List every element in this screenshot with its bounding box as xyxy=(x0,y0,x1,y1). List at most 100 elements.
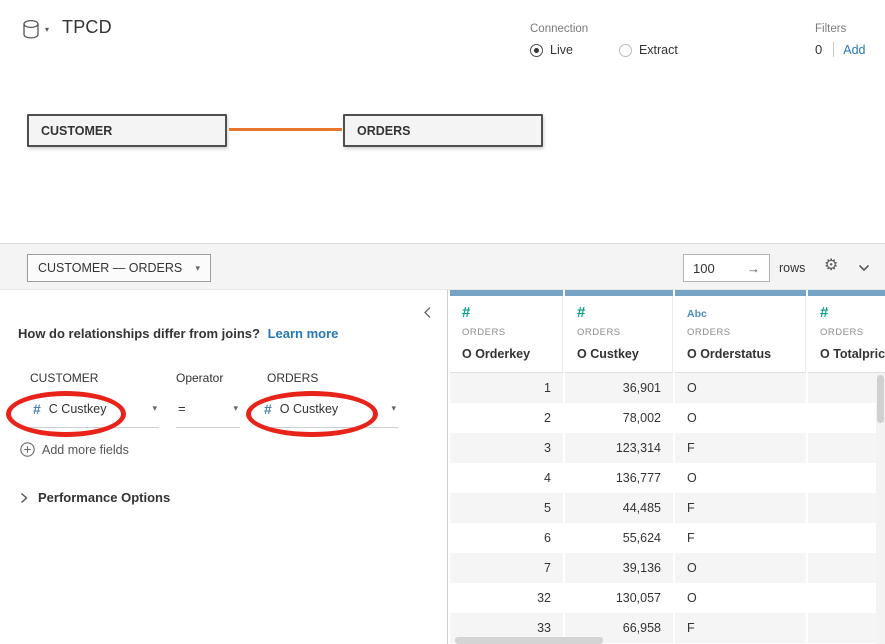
column-field-name: O Orderkey xyxy=(462,347,562,361)
top-header: ▾ TPCD Connection Live Extract Filters 0 xyxy=(0,0,885,60)
table-node-orders[interactable]: ORDERS xyxy=(343,114,543,147)
left-field-dropdown[interactable]: # C Custkey ▾ xyxy=(27,390,159,428)
grid-cell: 252,0 xyxy=(808,553,885,583)
grid-cell: 6 xyxy=(450,523,563,553)
gear-icon[interactable]: ⚙ xyxy=(824,258,838,274)
grid-cell: F xyxy=(675,493,806,523)
connection-label: Connection xyxy=(530,23,678,35)
filters-count: 0 xyxy=(815,42,822,57)
column-table-name: ORDERS xyxy=(462,327,562,338)
right-table-column-label: ORDERS xyxy=(267,371,318,385)
column-field-name: O Custkey xyxy=(577,347,672,361)
grid-cell: 36,901 xyxy=(565,373,673,403)
grid-cell: 44,485 xyxy=(565,493,673,523)
radio-unselected-icon xyxy=(619,44,632,57)
relationship-editor-pane: How do relationships differ from joins? … xyxy=(0,290,448,644)
column-header[interactable]: # ORDERS O Orderkey xyxy=(450,296,563,373)
vertical-scrollbar[interactable] xyxy=(876,373,885,644)
preview-toolbar: CUSTOMER — ORDERS ▾ 100 → rows ⚙ xyxy=(0,243,885,290)
grid-cell: F xyxy=(675,613,806,643)
grid-cell: 1 xyxy=(450,373,563,403)
relationship-noodle[interactable] xyxy=(229,128,342,131)
column-header[interactable]: # ORDERS O Totalprice xyxy=(808,296,885,373)
grid-cell: 5 xyxy=(450,493,563,523)
radio-extract[interactable]: Extract xyxy=(619,43,678,57)
chevron-down-icon: ▾ xyxy=(391,403,398,414)
learn-more-link[interactable]: Learn more xyxy=(268,326,339,341)
grid-cell: 130,057 xyxy=(565,583,673,613)
grid-cell: F xyxy=(675,523,806,553)
relationship-selector-dropdown[interactable]: CUSTOMER — ORDERS ▾ xyxy=(27,254,211,282)
filters-add-button[interactable]: Add xyxy=(843,43,865,57)
datasource-menu-button[interactable]: ▾ xyxy=(22,19,49,40)
collapse-preview-chevron-icon[interactable] xyxy=(858,264,870,272)
horizontal-scrollbar-thumb[interactable] xyxy=(455,637,603,644)
apply-rows-arrow-icon[interactable]: → xyxy=(747,261,760,276)
grid-cell: O xyxy=(675,553,806,583)
grid-cell: 2 xyxy=(450,403,563,433)
page-title: TPCD xyxy=(62,17,112,38)
data-preview-grid: #ORDERSO Orderkey12345673233#ORDERSO Cus… xyxy=(450,290,885,644)
grid-cell: 32, xyxy=(808,463,885,493)
connection-section: Connection Live Extract xyxy=(530,23,678,57)
operator-dropdown[interactable]: = ▾ xyxy=(176,390,240,428)
radio-live[interactable]: Live xyxy=(530,43,573,57)
grid-columns: #ORDERSO Orderkey12345673233#ORDERSO Cus… xyxy=(450,290,885,643)
chevron-down-icon: ▾ xyxy=(195,263,200,274)
grid-cell: 3 xyxy=(450,433,563,463)
column-table-name: ORDERS xyxy=(687,327,805,338)
chevron-down-icon: ▾ xyxy=(45,25,49,34)
operator-column-label: Operator xyxy=(176,371,223,385)
row-count-input[interactable]: 100 → xyxy=(683,254,770,282)
right-field-dropdown[interactable]: # O Custkey ▾ xyxy=(258,390,398,428)
table-node-customer[interactable]: CUSTOMER xyxy=(27,114,227,147)
grid-cell: O xyxy=(675,463,806,493)
divider xyxy=(833,42,834,57)
column-table-name: ORDERS xyxy=(820,327,885,338)
grid-cell: O xyxy=(675,583,806,613)
grid-cell: O xyxy=(675,403,806,433)
grid-column: AbcORDERSO OrderstatusOOFOFFOOF xyxy=(675,290,806,643)
grid-column: # ORDERS O Totalprice 173,646,9193,832,144,… xyxy=(808,290,885,643)
rows-label: rows xyxy=(779,261,805,275)
logical-canvas: CUSTOMER ORDERS xyxy=(0,60,885,243)
chevron-down-icon: ▾ xyxy=(152,403,159,414)
plus-circle-icon xyxy=(20,442,35,457)
grid-cell: 136,777 xyxy=(565,463,673,493)
left-table-column-label: CUSTOMER xyxy=(30,371,98,385)
grid-cell: 46,9 xyxy=(808,403,885,433)
grid-cell: F xyxy=(675,433,806,463)
grid-cell: 193,8 xyxy=(808,433,885,463)
grid-cell: O xyxy=(675,373,806,403)
performance-options-expander[interactable]: Performance Options xyxy=(20,490,170,505)
number-field-icon: # xyxy=(820,304,885,324)
grid-cell: 39,136 xyxy=(565,553,673,583)
grid-cell: 208,6 xyxy=(808,583,885,613)
number-field-icon: # xyxy=(264,401,272,417)
column-header[interactable]: #ORDERSO Custkey xyxy=(565,296,673,373)
tableau-datasource-page: ▾ TPCD Connection Live Extract Filters 0 xyxy=(0,0,885,644)
column-table-name: ORDERS xyxy=(577,327,672,338)
grid-column: #ORDERSO Orderkey12345673233 xyxy=(450,290,563,643)
number-field-icon: # xyxy=(33,401,41,417)
grid-cell: 144,6 xyxy=(808,493,885,523)
grid-cell: 7 xyxy=(450,553,563,583)
text-field-icon: Abc xyxy=(687,304,805,324)
grid-cell: 123,314 xyxy=(565,433,673,463)
number-field-icon: # xyxy=(462,304,562,324)
filters-section: Filters 0 Add xyxy=(815,23,865,57)
column-field-name: O Totalprice xyxy=(820,347,885,361)
column-header[interactable]: AbcORDERSO Orderstatus xyxy=(675,296,806,373)
database-icon xyxy=(22,19,42,40)
grid-cell: 163,2 xyxy=(808,613,885,643)
add-more-fields-button[interactable]: Add more fields xyxy=(20,442,129,457)
workarea: How do relationships differ from joins? … xyxy=(0,290,885,644)
chevron-right-icon xyxy=(20,492,28,504)
chevron-down-icon: ▾ xyxy=(233,403,240,414)
grid-cell: 4 xyxy=(450,463,563,493)
vertical-scrollbar-thumb[interactable] xyxy=(877,375,884,423)
grid-cell: 173,6 xyxy=(808,373,885,403)
collapse-pane-chevron-icon[interactable] xyxy=(421,304,434,321)
filters-label: Filters xyxy=(815,23,865,35)
grid-column: #ORDERSO Custkey36,90178,002123,314136,7… xyxy=(565,290,673,643)
